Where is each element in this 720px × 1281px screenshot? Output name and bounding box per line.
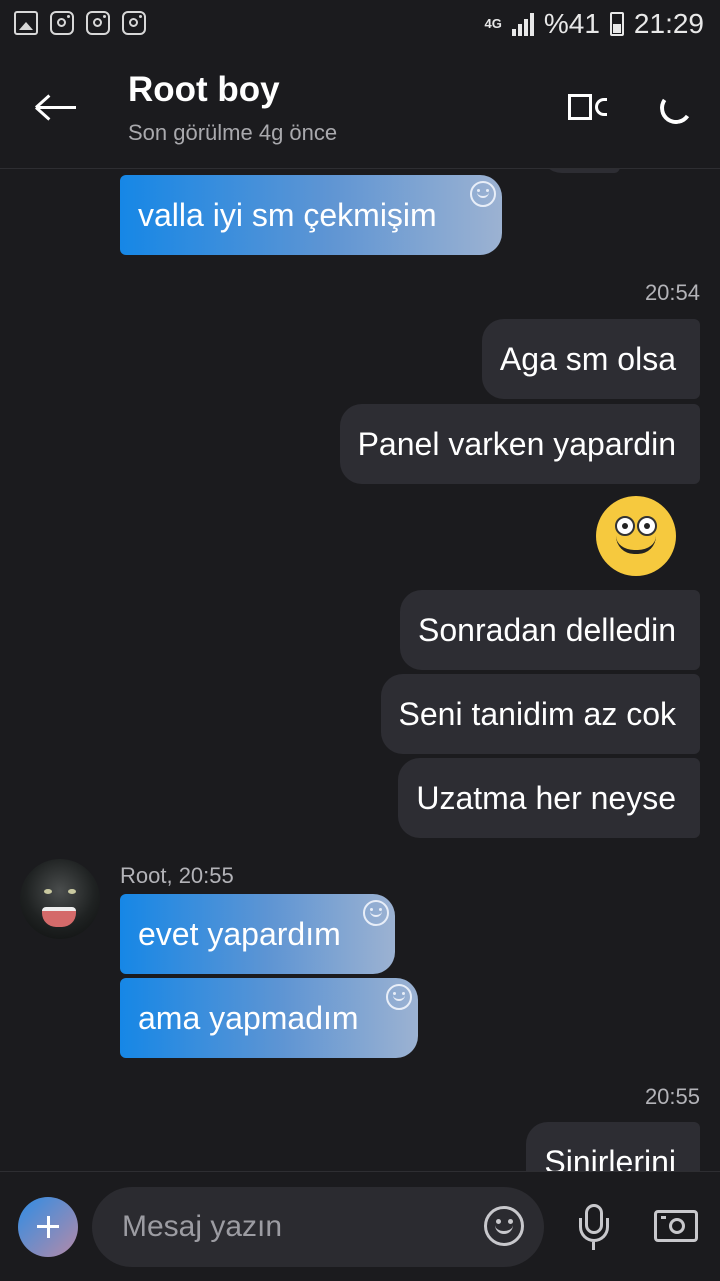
contact-name[interactable]: Root boy	[128, 70, 280, 110]
add-plus-icon[interactable]	[18, 1197, 78, 1257]
smiley-emoji-icon[interactable]	[596, 496, 676, 576]
gallery-icon	[14, 11, 38, 35]
message-timestamp: 20:54	[644, 280, 700, 305]
message-text: evet yapardım	[138, 916, 341, 952]
message-bubble-outgoing[interactable]: Aga sm olsa	[481, 319, 700, 399]
message-bubble-outgoing[interactable]: Seni tanidim az cok	[380, 674, 700, 754]
reaction-smiley-icon[interactable]	[386, 984, 412, 1010]
message-text: ama yapmadım	[138, 1000, 359, 1036]
camera-icon[interactable]	[654, 1210, 698, 1242]
message-bubble-outgoing[interactable]: Sonradan delledin	[400, 590, 700, 670]
signal-icon	[511, 12, 534, 36]
message-bubble-outgoing[interactable]	[540, 169, 620, 173]
clock: 21:29	[633, 8, 704, 39]
instagram-icon	[50, 11, 74, 35]
chat-header: Root boy Son görülme 4g önce	[0, 48, 720, 169]
phone-call-icon[interactable]	[656, 88, 696, 128]
message-input-placeholder: Mesaj yazın	[122, 1210, 283, 1243]
message-bubble-outgoing[interactable]: Panel varken yapardin	[339, 404, 700, 484]
instagram-icon	[86, 11, 110, 35]
reaction-smiley-icon[interactable]	[363, 900, 389, 926]
message-bubble-outgoing[interactable]: Uzatma her neyse	[398, 758, 700, 838]
status-indicators: 4G %41 21:29	[485, 8, 704, 40]
microphone-icon[interactable]	[576, 1204, 612, 1252]
sender-timestamp: Root, 20:55	[120, 863, 234, 888]
instagram-icon	[122, 11, 146, 35]
composer-bar: Mesaj yazın	[0, 1171, 720, 1281]
video-call-icon[interactable]	[568, 94, 608, 122]
avatar[interactable]	[20, 859, 100, 939]
message-input[interactable]: Mesaj yazın	[92, 1187, 544, 1267]
message-text: valla iyi sm çekmişim	[138, 197, 437, 233]
back-arrow-icon[interactable]	[34, 92, 78, 124]
last-seen: Son görülme 4g önce	[128, 120, 338, 145]
notification-icons	[14, 11, 146, 35]
battery-icon	[609, 12, 624, 36]
message-timestamp: 20:55	[644, 1084, 700, 1109]
emoji-icon[interactable]	[484, 1206, 524, 1246]
message-list[interactable]: valla iyi sm çekmişim 20:54 Aga sm olsa …	[0, 169, 720, 1171]
battery-percent: %41	[543, 8, 600, 39]
network-type: 4G	[484, 16, 502, 31]
message-bubble-incoming[interactable]: ama yapmadım	[120, 978, 418, 1058]
reaction-smiley-icon[interactable]	[470, 181, 496, 207]
message-bubble-incoming[interactable]: evet yapardım	[120, 894, 395, 974]
message-bubble-incoming[interactable]: valla iyi sm çekmişim	[120, 175, 502, 255]
message-bubble-outgoing[interactable]: Sinirlerini	[526, 1122, 700, 1171]
status-bar: 4G %41 21:29	[0, 0, 720, 48]
